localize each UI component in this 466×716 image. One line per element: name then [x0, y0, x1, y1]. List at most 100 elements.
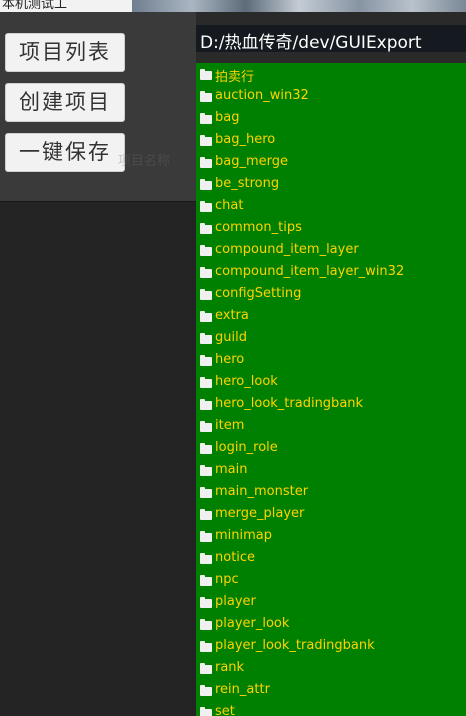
folder-item[interactable]: guild [196, 328, 466, 350]
folder-name: guild [215, 330, 247, 345]
folder-icon [200, 223, 212, 234]
folder-icon [200, 377, 212, 388]
folder-name: item [215, 418, 245, 433]
folder-icon [200, 69, 212, 80]
folder-item[interactable]: auction_win32 [196, 86, 466, 108]
current-path: D:/热血传奇/dev/GUIExport [200, 33, 422, 53]
folder-name: compound_item_layer [215, 242, 359, 257]
folder-icon [200, 289, 212, 300]
folder-icon [200, 641, 212, 652]
folder-name: hero [215, 352, 245, 367]
folder-icon [200, 531, 212, 542]
window-title: 本机测试工 [2, 0, 68, 12]
folder-icon [200, 553, 212, 564]
folder-item[interactable]: minimap [196, 526, 466, 548]
folder-item[interactable]: bag [196, 108, 466, 130]
folder-item[interactable]: chat [196, 196, 466, 218]
title-bar-background [132, 0, 466, 12]
save-all-button[interactable]: 一键保存 [5, 133, 125, 172]
folder-item[interactable]: compound_item_layer_win32 [196, 262, 466, 284]
folder-icon [200, 355, 212, 366]
folder-item[interactable]: bag_merge [196, 152, 466, 174]
folder-name: main [215, 462, 248, 477]
folder-item[interactable]: hero_look [196, 372, 466, 394]
create-project-button[interactable]: 创建项目 [5, 83, 125, 122]
path-bar: D:/热血传奇/dev/GUIExport [196, 25, 466, 53]
folder-name: bag_hero [215, 132, 276, 147]
folder-item[interactable]: compound_item_layer [196, 240, 466, 262]
folder-icon [200, 663, 212, 674]
folder-item[interactable]: bag_hero [196, 130, 466, 152]
folder-icon [200, 267, 212, 278]
folder-item[interactable]: item [196, 416, 466, 438]
folder-name: npc [215, 572, 239, 587]
folder-icon [200, 597, 212, 608]
folder-item[interactable]: main_monster [196, 482, 466, 504]
folder-icon [200, 311, 212, 322]
folder-icon [200, 685, 212, 696]
folder-item[interactable]: player [196, 592, 466, 614]
folder-name: player_look [215, 616, 290, 631]
folder-icon [200, 135, 212, 146]
folder-icon [200, 179, 212, 190]
folder-icon [200, 91, 212, 102]
folder-icon [200, 245, 212, 256]
folder-name: player_look_tradingbank [215, 638, 375, 653]
window-title-bar: 本机测试工 [0, 0, 466, 12]
folder-item[interactable]: set [196, 702, 466, 716]
folder-icon [200, 619, 212, 630]
folder-name: main_monster [215, 484, 309, 499]
folder-name: minimap [215, 528, 273, 543]
folder-icon [200, 157, 212, 168]
folder-item[interactable]: notice [196, 548, 466, 570]
project-area [0, 202, 196, 716]
folder-name: rank [215, 660, 245, 675]
folder-item[interactable]: extra [196, 306, 466, 328]
project-list-button[interactable]: 项目列表 [5, 33, 125, 72]
folder-name: compound_item_layer_win32 [215, 264, 405, 279]
folder-name: be_strong [215, 176, 280, 191]
folder-name: merge_player [215, 506, 305, 521]
folder-item[interactable]: npc [196, 570, 466, 592]
folder-item[interactable]: rank [196, 658, 466, 680]
folder-icon [200, 399, 212, 410]
folder-icon [200, 421, 212, 432]
faded-background-text: 项目名称 [118, 154, 171, 166]
folder-icon [200, 707, 212, 716]
folder-name: player [215, 594, 256, 609]
folder-name: extra [215, 308, 249, 323]
folder-icon [200, 509, 212, 520]
folder-item[interactable]: rein_attr [196, 680, 466, 702]
folder-name: hero_look [215, 374, 278, 389]
folder-name: common_tips [215, 220, 302, 235]
folder-item[interactable]: player_look [196, 614, 466, 636]
folder-list: 拍卖行 auction_win32bag bag_hero bag_merge be_s… [196, 63, 466, 716]
folder-item[interactable]: login_role [196, 438, 466, 460]
folder-icon [200, 113, 212, 124]
folder-item[interactable]: 拍卖行 [196, 64, 466, 86]
folder-icon [200, 465, 212, 476]
folder-icon [200, 201, 212, 212]
folder-icon [200, 333, 212, 344]
folder-name: chat [215, 198, 244, 213]
folder-item[interactable]: merge_player [196, 504, 466, 526]
folder-item[interactable]: player_look_tradingbank [196, 636, 466, 658]
folder-name: hero_look_tradingbank [215, 396, 364, 411]
folder-icon [200, 575, 212, 586]
folder-name: login_role [215, 440, 278, 455]
folder-item[interactable]: be_strong [196, 174, 466, 196]
folder-name: bag [215, 110, 240, 125]
folder-item[interactable]: hero [196, 350, 466, 372]
folder-item[interactable]: hero_look_tradingbank [196, 394, 466, 416]
folder-name: 拍卖行 [215, 70, 255, 85]
folder-icon [200, 487, 212, 498]
folder-name: auction_win32 [215, 88, 309, 103]
folder-name: rein_attr [215, 682, 270, 697]
folder-name: set [215, 704, 235, 716]
folder-item[interactable]: common_tips [196, 218, 466, 240]
folder-name: configSetting [215, 286, 302, 301]
folder-item[interactable]: configSetting [196, 284, 466, 306]
folder-name: bag_merge [215, 154, 288, 169]
folder-item[interactable]: main [196, 460, 466, 482]
folder-icon [200, 443, 212, 454]
